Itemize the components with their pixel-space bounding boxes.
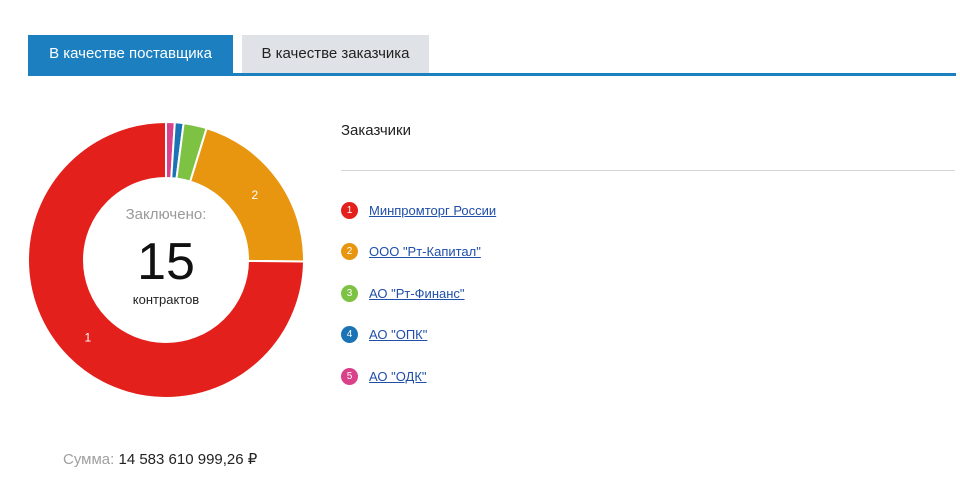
legend-item: 3 АО "Рт-Финанс" [341, 283, 465, 303]
donut-slice-label: 1 [84, 330, 91, 344]
legend-badge: 4 [341, 325, 358, 343]
legend-link-customer[interactable]: АО "ОДК" [369, 369, 427, 384]
legend-link-customer[interactable]: ООО "Рт-Капитал" [369, 244, 481, 259]
legend-item: 5 АО "ОДК" [341, 366, 427, 386]
legend-divider [341, 170, 955, 171]
legend-badge: 1 [341, 201, 358, 219]
legend-item: 4 АО "ОПК" [341, 324, 427, 344]
legend-item: 1 Минпромторг России [341, 200, 496, 220]
donut-center-count: 15 [137, 233, 195, 291]
total-sum-label: Сумма: [63, 451, 115, 468]
total-sum: Сумма: 14 583 610 999,26 ₽ [63, 450, 257, 468]
donut-center-caption: Заключено: [125, 206, 207, 223]
legend-badge: 5 [341, 367, 358, 385]
legend-link-customer[interactable]: АО "Рт-Финанс" [369, 286, 465, 301]
legend-badge: 2 [341, 242, 358, 260]
legend-title: Заказчики [341, 122, 411, 139]
donut-center-unit: контрактов [132, 292, 200, 307]
legend-link-customer[interactable]: АО "ОПК" [369, 327, 427, 342]
legend-item: 2 ООО "Рт-Капитал" [341, 241, 481, 261]
legend-badge: 3 [341, 284, 358, 302]
legend-link-customer[interactable]: Минпромторг России [369, 203, 496, 218]
donut-slice-label: 2 [252, 188, 259, 202]
total-sum-value: 14 583 610 999,26 ₽ [118, 451, 258, 468]
